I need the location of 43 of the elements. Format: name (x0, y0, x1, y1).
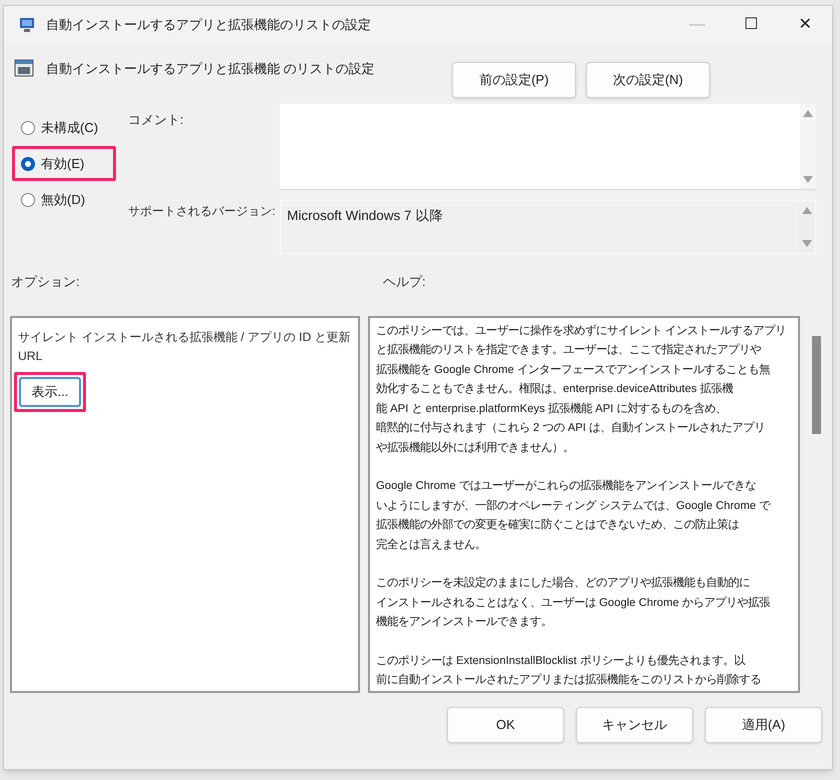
help-text-line: 拡張機能を Google Chrome インターフェースでアンインストールすることも無 (376, 362, 772, 378)
help-text-line: 機能をアンインストールできます。 (376, 614, 553, 630)
help-text-line: 拡張機能の外部での変更を確実に防ぐことはできないため、この防止策は (376, 517, 740, 533)
help-text-line: このポリシーは ExtensionInstallBlocklist ポリシーよりも優先されます。以 (376, 654, 746, 668)
scroll-up-icon[interactable] (803, 110, 813, 117)
radio-option[interactable]: 無効(D) (12, 182, 116, 217)
scroll-down-icon[interactable] (803, 176, 813, 183)
apply-button[interactable]: 適用(A) (705, 706, 822, 742)
help-text-line: インストールされることはなく、ユーザーは Google Chrome からアプリや拡張 (376, 595, 772, 610)
cancel-button[interactable]: キャンセル (576, 706, 693, 742)
radio-option[interactable]: 未構成(C) (12, 110, 116, 145)
show-button[interactable]: 表示... (19, 376, 81, 406)
help-text-line: このポリシーを未設定のままにした場合、どのアプリや拡張機能も自動的に (376, 575, 751, 591)
help-text-line: Google Chrome ではユーザーがこれらの拡張機能をアンインストールできな (376, 478, 757, 494)
scroll-down-icon[interactable] (802, 240, 812, 247)
help-text-line: や拡張機能以外には利用できません）。 (376, 440, 575, 456)
previous-setting-button[interactable]: 前の設定(P) (452, 62, 576, 98)
comment-field[interactable] (280, 104, 816, 190)
comment-label: コメント: (127, 111, 185, 129)
scroll-up-icon[interactable] (802, 207, 812, 214)
close-button[interactable]: ✕ (778, 6, 832, 44)
maximize-button[interactable]: ☐ (724, 6, 778, 44)
policy-icon (14, 58, 34, 78)
help-text-line: と拡張機能のリストを指定できます。ユーザーは、ここで指定されたアプリや (376, 342, 762, 358)
supported-field: Microsoft Windows 7 以降 (280, 200, 816, 254)
help-label: ヘルプ: (383, 273, 426, 291)
radio-option[interactable]: 有効(E) (12, 146, 116, 181)
scrollbar-thumb[interactable] (812, 336, 820, 434)
options-label: オプション: (11, 273, 81, 291)
next-setting-button[interactable]: 次の設定(N) (586, 62, 710, 98)
help-text-line: 暗黙的に付与されます（これら 2 つの API は、自動インストールされたアプリ (376, 420, 766, 436)
window-title: 自動インストールするアプリと拡張機能のリストの設定 (46, 16, 371, 34)
help-text-line: 前に自動インストールされたアプリまたは拡張機能をこのリストから削除する (376, 672, 762, 688)
ok-button[interactable]: OK (447, 706, 564, 742)
policy-title: 自動インストールするアプリと拡張機能 のリストの設定 (46, 60, 375, 78)
help-text-line: 完全とは言えません。 (376, 537, 487, 552)
computer-icon (18, 17, 36, 33)
options-description: サイレント インストールされる拡張機能 / アプリの ID と更新 URL (18, 328, 352, 364)
help-text-line: 能 API と enterprise.platformKeys 拡張機能 API に対するものを含め、 (376, 401, 728, 416)
help-text-line: いようにしますが、一部のオペレーティング システムでは、Google Chrome で (376, 498, 772, 514)
supported-label: サポートされるバージョン: (127, 203, 276, 220)
help-text-line: 効化することもできません。権限は、enterprise.deviceAttributes 拡張機 (376, 382, 734, 397)
help-text-line: このポリシーでは、ユーザーに操作を求めずにサイレント インストールするアプリ (376, 323, 788, 338)
